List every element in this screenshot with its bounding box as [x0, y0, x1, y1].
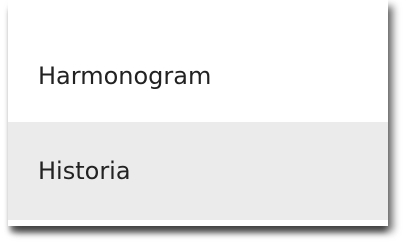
dropdown-menu: Harmonogram Historia: [8, 0, 388, 226]
menu-item-label: Historia: [38, 157, 131, 185]
menu-item-harmonogram[interactable]: Harmonogram: [8, 30, 388, 122]
menu-bottom-edge: [8, 220, 388, 226]
menu-item-label: Harmonogram: [38, 62, 212, 90]
menu-item-historia[interactable]: Historia: [8, 122, 388, 220]
